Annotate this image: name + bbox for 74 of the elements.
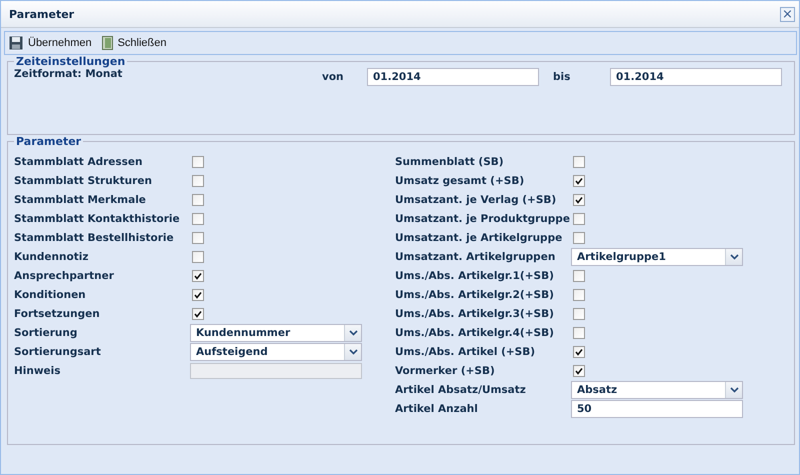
time-format-label: Zeitformat: Monat: [14, 68, 124, 80]
field-label: Sortierungsart: [14, 346, 102, 358]
from-label: von: [322, 71, 345, 83]
check-icon: [575, 196, 583, 204]
checkbox[interactable]: [573, 288, 585, 300]
field-label: Stammblatt Strukturen: [14, 174, 153, 186]
dropdown[interactable]: Kundennummer: [190, 324, 362, 342]
to-label: bis: [553, 71, 572, 83]
field-label: Hinweis: [14, 364, 62, 376]
dropdown[interactable]: Aufsteigend: [190, 342, 362, 360]
chevron-down-icon[interactable]: [725, 382, 742, 398]
section-title: Zeiteinstellungen: [15, 55, 126, 68]
section-title: Parameter: [15, 135, 82, 148]
field-label: Sortierung: [14, 326, 78, 338]
field-label: Kundennotiz: [14, 250, 90, 262]
input-field[interactable]: 50: [571, 400, 743, 418]
checkbox[interactable]: [192, 308, 204, 320]
dropdown[interactable]: Absatz: [571, 380, 743, 398]
field-label: Artikel Absatz/Umsatz: [395, 384, 527, 396]
field-label: Ums./Abs. Artikelgr.3(+SB): [395, 308, 555, 320]
check-icon: [194, 272, 202, 280]
field-label: Konditionen: [14, 288, 87, 300]
checkbox[interactable]: [573, 364, 585, 376]
field-label: Umsatzant. je Verlag (+SB): [395, 194, 558, 206]
checkbox[interactable]: [573, 174, 585, 186]
field-label: Umsatzant. je Produktgruppe: [395, 212, 571, 224]
checkbox[interactable]: [573, 308, 585, 320]
field-label: Umsatz gesamt (+SB): [395, 174, 526, 186]
checkbox[interactable]: [192, 250, 204, 262]
field-label: Vormerker (+SB): [395, 364, 496, 376]
apply-button[interactable]: Übernehmen: [9, 36, 92, 50]
field-label: Stammblatt Merkmale: [14, 194, 147, 206]
door-icon: [102, 36, 113, 50]
close-button[interactable]: ×: [780, 6, 795, 22]
checkbox[interactable]: [192, 156, 204, 168]
checkbox[interactable]: [192, 288, 204, 300]
checkbox[interactable]: [573, 270, 585, 282]
checkbox[interactable]: [192, 174, 204, 186]
dropdown[interactable]: Artikelgruppe1: [571, 248, 743, 266]
to-field[interactable]: 01.2014: [610, 68, 782, 86]
checkbox[interactable]: [192, 270, 204, 282]
check-icon: [194, 290, 202, 298]
check-icon: [194, 310, 202, 318]
checkbox[interactable]: [573, 194, 585, 206]
checkbox[interactable]: [192, 232, 204, 244]
chevron-down-icon[interactable]: [725, 248, 742, 264]
checkbox[interactable]: [192, 212, 204, 224]
field-label: Stammblatt Bestellhistorie: [14, 232, 175, 244]
field-label: Ums./Abs. Artikelgr.4(+SB): [395, 326, 555, 338]
close-button[interactable]: Schließen: [102, 36, 167, 50]
chevron-down-icon[interactable]: [344, 344, 361, 360]
checkbox[interactable]: [573, 326, 585, 338]
field-label: Ums./Abs. Artikelgr.2(+SB): [395, 288, 555, 300]
checkbox[interactable]: [573, 346, 585, 358]
window-title: Parameter: [9, 8, 74, 20]
field-label: Stammblatt Kontakthistorie: [14, 212, 181, 224]
checkbox[interactable]: [573, 212, 585, 224]
check-icon: [575, 348, 583, 356]
checkbox[interactable]: [192, 194, 204, 206]
check-icon: [575, 176, 583, 184]
field-label: Artikel Anzahl: [395, 402, 479, 414]
field-label: Umsatzant. Artikelgruppen: [395, 250, 556, 262]
checkbox[interactable]: [573, 156, 585, 168]
field-label: Ums./Abs. Artikel (+SB): [395, 346, 536, 358]
field-label: Fortsetzungen: [14, 308, 101, 320]
field-label: Stammblatt Adressen: [14, 156, 144, 168]
check-icon: [575, 366, 583, 374]
field-label: Ansprechpartner: [14, 270, 115, 282]
from-field[interactable]: 01.2014: [367, 68, 539, 86]
field-label: Umsatzant. je Artikelgruppe: [395, 232, 564, 244]
field-label: Ums./Abs. Artikelgr.1(+SB): [395, 270, 555, 282]
chevron-down-icon[interactable]: [344, 324, 361, 340]
checkbox[interactable]: [573, 232, 585, 244]
field-label: Summenblatt (SB): [395, 156, 505, 168]
